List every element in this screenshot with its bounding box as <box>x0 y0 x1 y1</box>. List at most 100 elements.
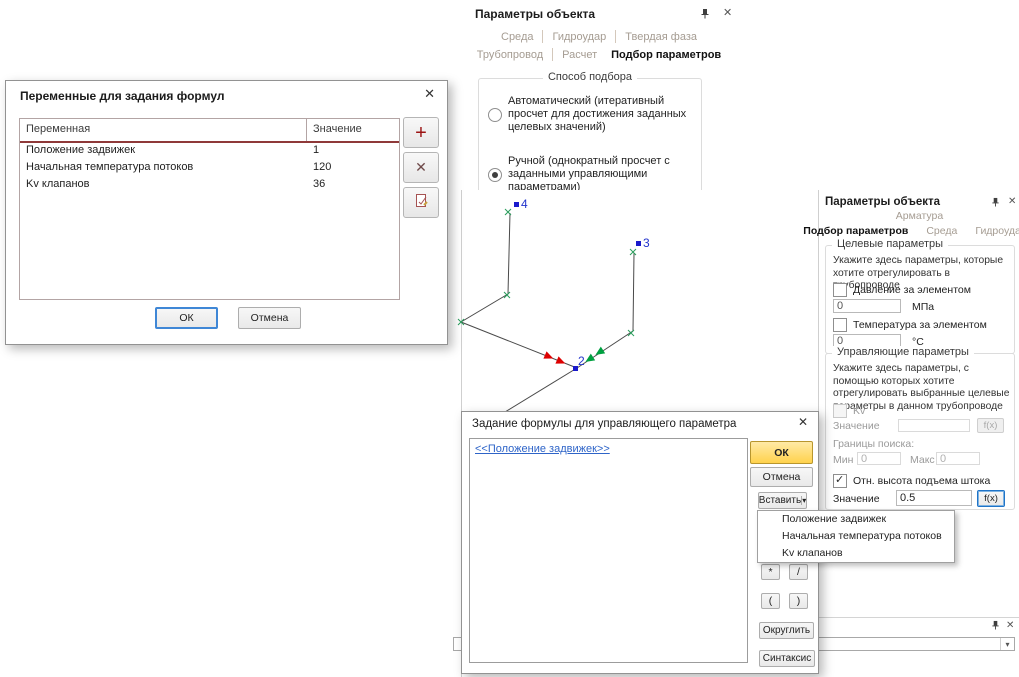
tab-raschet[interactable]: Расчет <box>562 49 597 61</box>
diagram-node[interactable] <box>514 202 641 371</box>
node-label-2: 2 <box>578 354 585 368</box>
column-header-value[interactable]: Значение <box>307 119 399 141</box>
object-parameters-panel-top: Параметры объекта ✕ Среда Гидроудар Твер… <box>461 0 737 190</box>
cancel-button[interactable]: Отмена <box>750 467 813 487</box>
close-icon[interactable]: ✕ <box>798 417 808 428</box>
add-variable-button[interactable]: + <box>403 117 439 148</box>
tab-podbor-parametrov[interactable]: Подбор параметров <box>611 49 721 61</box>
dialog-title: Задание формулы для управляющего парамет… <box>472 418 736 430</box>
temperature-label: Температура за элементом <box>853 319 987 331</box>
tab-sreda[interactable]: Среда <box>501 31 533 43</box>
kv-label: Kv <box>853 405 865 417</box>
edit-variable-button[interactable] <box>403 187 439 218</box>
selection-method-group: Способ подбора Автоматический (итеративн… <box>478 78 702 190</box>
radio-manual[interactable] <box>488 168 502 182</box>
kv-checkbox <box>833 404 847 418</box>
panel-title: Параметры объекта <box>475 7 595 21</box>
divide-button[interactable]: / <box>789 564 808 580</box>
open-paren-button[interactable]: ( <box>761 593 780 609</box>
close-icon[interactable]: ✕ <box>1006 620 1014 631</box>
control-parameters-group: Управляющие параметры Укажите здесь пара… <box>825 353 1015 510</box>
min-input <box>857 452 901 465</box>
pressure-unit: МПа <box>912 301 934 313</box>
insert-split-button[interactable]: Вставить ▾ <box>758 492 807 509</box>
pin-icon[interactable] <box>991 620 1000 633</box>
menu-item[interactable]: Kv клапанов <box>758 545 954 562</box>
tab-gidroudar[interactable]: Гидроудар <box>975 225 1019 237</box>
tab-tverdaya-faza[interactable]: Твердая фаза <box>625 31 697 43</box>
temperature-checkbox[interactable] <box>833 318 847 332</box>
menu-item[interactable]: Положение задвижек <box>758 511 954 528</box>
variables-table[interactable]: Переменная Значение Положение задвижек 1… <box>19 118 400 300</box>
cancel-button[interactable]: Отмена <box>238 307 301 329</box>
variable-value: 120 <box>307 160 399 177</box>
menu-item[interactable]: Начальная температура потоков <box>758 528 954 545</box>
target-parameters-group: Целевые параметры Укажите здесь параметр… <box>825 245 1015 354</box>
dock-divider <box>818 617 1019 618</box>
stem-lift-label: Отн. высота подъема штока <box>853 475 990 487</box>
tab-separator <box>542 30 543 43</box>
node-label-3: 3 <box>643 236 650 250</box>
group-title: Управляющие параметры <box>832 346 974 358</box>
tab-truboprovod[interactable]: Трубопровод <box>477 49 543 61</box>
close-icon[interactable]: ✕ <box>1008 196 1016 207</box>
variable-name: Начальная температура потоков <box>20 160 307 177</box>
variable-value: 1 <box>307 143 399 160</box>
panel-title: Параметры объекта <box>825 196 940 208</box>
table-row[interactable]: Kv клапанов 36 <box>20 177 399 194</box>
variable-name: Kv клапанов <box>20 177 307 194</box>
radio-automatic[interactable] <box>488 108 502 122</box>
group-title: Способ подбора <box>543 71 637 83</box>
formula-variable-link[interactable]: <<Положение задвижек>> <box>475 443 610 455</box>
delete-variable-button[interactable]: ✕ <box>403 152 439 183</box>
pin-icon[interactable] <box>991 197 1000 210</box>
pressure-label: Давление за элементом <box>853 284 971 296</box>
max-label: Макс <box>910 454 935 466</box>
pipe-joint-markers <box>458 209 636 336</box>
node-label-4: 4 <box>521 197 528 211</box>
insert-button-label[interactable]: Вставить <box>759 495 801 506</box>
stem-value-input[interactable] <box>896 490 972 506</box>
radio-automatic-label: Автоматический (итеративный просчет для … <box>508 95 693 134</box>
close-icon[interactable]: ✕ <box>723 8 732 19</box>
combobox-dropdown-icon[interactable]: ▾ <box>1000 638 1014 650</box>
close-paren-button[interactable]: ) <box>789 593 808 609</box>
pin-icon[interactable] <box>700 8 710 22</box>
piping-diagram-canvas[interactable]: 4 3 2 <box>455 185 820 415</box>
kv-value-label: Значение <box>833 420 880 432</box>
max-input <box>936 452 980 465</box>
stem-fx-button[interactable]: f(x) <box>977 490 1005 507</box>
kv-fx-button: f(x) <box>977 418 1004 433</box>
tab-gidroudar[interactable]: Гидроудар <box>552 31 606 43</box>
insert-dropdown-icon[interactable]: ▾ <box>801 496 806 505</box>
ok-button[interactable]: ОК <box>155 307 218 329</box>
dialog-title: Переменные для задания формул <box>20 89 224 103</box>
variable-name: Положение задвижек <box>20 143 307 160</box>
pressure-input[interactable] <box>833 299 901 313</box>
syntax-button[interactable]: Синтаксис <box>759 650 815 667</box>
close-icon[interactable]: ✕ <box>424 88 435 99</box>
table-row[interactable]: Начальная температура потоков 120 <box>20 160 399 177</box>
ok-button[interactable]: ОК <box>750 441 813 464</box>
formula-editor[interactable]: <<Положение задвижек>> <box>469 438 748 663</box>
app-window: Параметры объекта ✕ Среда Гидроудар Твер… <box>0 0 1019 677</box>
min-label: Мин <box>833 454 853 466</box>
variable-value: 36 <box>307 177 399 194</box>
table-header: Переменная Значение <box>20 119 399 143</box>
variables-dialog: Переменные для задания формул ✕ Переменн… <box>5 80 448 345</box>
tab-separator <box>552 48 553 61</box>
round-button[interactable]: Округлить <box>759 622 814 639</box>
tab-sreda[interactable]: Среда <box>926 225 957 237</box>
flow-arrow-green[interactable] <box>583 347 605 366</box>
tab-armatura[interactable]: Арматура <box>896 210 943 222</box>
stem-value-label: Значение <box>833 493 880 505</box>
table-row[interactable]: Положение задвижек 1 <box>20 143 399 160</box>
multiply-button[interactable]: * <box>761 564 780 580</box>
pressure-checkbox[interactable] <box>833 283 847 297</box>
tab-separator <box>615 30 616 43</box>
insert-variable-menu: Положение задвижек Начальная температура… <box>757 510 955 563</box>
edit-icon <box>414 193 429 212</box>
column-header-variable[interactable]: Переменная <box>20 119 307 141</box>
stem-lift-checkbox[interactable] <box>833 474 847 488</box>
search-bounds-label: Границы поиска: <box>833 438 914 450</box>
